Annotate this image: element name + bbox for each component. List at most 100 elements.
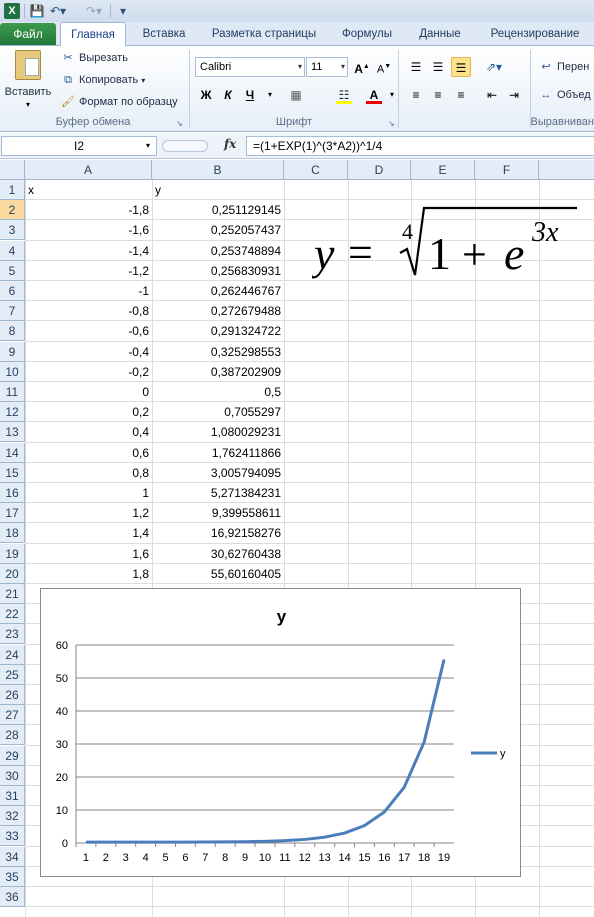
row-header-17[interactable]: 17 <box>0 503 25 524</box>
column-header-c[interactable]: C <box>284 160 348 180</box>
cell-x-value[interactable]: -1,4 <box>25 241 152 261</box>
row-header-15[interactable]: 15 <box>0 462 25 483</box>
paste-dropdown-icon[interactable]: ▾ <box>4 100 52 109</box>
cell-x-value[interactable]: 1 <box>25 483 152 503</box>
row-header-27[interactable]: 27 <box>0 705 25 726</box>
cell-x-value[interactable]: -0,6 <box>25 321 152 341</box>
column-header-b[interactable]: B <box>152 160 284 180</box>
line-chart[interactable]: y 0 10 20 30 40 50 60 1 2 3 4 5 6 7 8 9 10 11 12 13 14 15 16 17… <box>40 588 521 877</box>
cell-x-value[interactable]: 0,6 <box>25 443 152 463</box>
cell-x-value[interactable]: 1,2 <box>25 503 152 523</box>
cut-button[interactable]: ✂ Вырезать <box>60 50 128 66</box>
cell-y-value[interactable]: 5,271384231 <box>152 483 284 503</box>
cell-x-value[interactable]: 1,4 <box>25 523 152 543</box>
row-header-14[interactable]: 14 <box>0 442 25 463</box>
cell-x-value[interactable]: -1,2 <box>25 261 152 281</box>
tab-insert[interactable]: Вставка <box>132 22 196 46</box>
row-header-6[interactable]: 6 <box>0 281 25 301</box>
bold-button[interactable]: Ж <box>196 85 216 105</box>
orientation-icon[interactable]: ⇗▾ <box>484 57 504 77</box>
row-header-28[interactable]: 28 <box>0 725 25 746</box>
tab-formulas[interactable]: Формулы <box>332 22 402 46</box>
row-header-5[interactable]: 5 <box>0 260 25 281</box>
row-header-21[interactable]: 21 <box>0 584 25 604</box>
cell-y-value[interactable]: 1,080029231 <box>152 422 284 442</box>
column-header-f[interactable]: F <box>475 160 539 180</box>
cell-y-value[interactable]: 0,387202909 <box>152 362 284 382</box>
shrink-font-icon[interactable]: A▼ <box>374 57 394 77</box>
borders-icon[interactable]: ▦ <box>286 85 306 105</box>
cell-y-value[interactable]: 3,005794095 <box>152 463 284 483</box>
column-header-e[interactable]: E <box>411 160 475 180</box>
cell-x-value[interactable]: 1,6 <box>25 544 152 564</box>
align-right-icon[interactable]: ≡ <box>451 85 471 105</box>
cell-y-value[interactable]: 30,62760438 <box>152 544 284 564</box>
tab-review[interactable]: Рецензирование <box>480 22 590 46</box>
fill-color-icon[interactable]: ☷ <box>334 85 354 105</box>
merge-center-button[interactable]: ↔ Объед <box>538 87 591 103</box>
copy-button[interactable]: ⧉ Копировать ▾ <box>60 72 145 89</box>
cell-y-value[interactable]: 1,762411866 <box>152 443 284 463</box>
row-header-11[interactable]: 11 <box>0 382 25 402</box>
row-header-2[interactable]: 2 <box>0 200 25 221</box>
cell-x-value[interactable]: 1,8 <box>25 564 152 584</box>
row-header-9[interactable]: 9 <box>0 341 25 362</box>
row-header-24[interactable]: 24 <box>0 644 25 665</box>
underline-button[interactable]: Ч <box>240 85 260 105</box>
cell-y-value[interactable]: 0,256830931 <box>152 261 284 281</box>
save-icon[interactable]: 💾 <box>29 3 45 19</box>
row-header-33[interactable]: 33 <box>0 826 25 847</box>
formula-bar-handle[interactable] <box>162 140 208 152</box>
align-middle-icon[interactable]: ☰ <box>428 57 448 77</box>
tab-data[interactable]: Данные <box>408 22 472 46</box>
cell-y-value[interactable]: 0,253748894 <box>152 241 284 261</box>
grow-font-icon[interactable]: A▲ <box>352 57 372 77</box>
row-header-25[interactable]: 25 <box>0 664 25 685</box>
row-header-7[interactable]: 7 <box>0 301 25 322</box>
row-header-16[interactable]: 16 <box>0 483 25 503</box>
cell-a1[interactable]: x <box>25 180 152 200</box>
increase-indent-icon[interactable]: ⇥ <box>504 85 524 105</box>
row-header-32[interactable]: 32 <box>0 806 25 827</box>
cell-x-value[interactable]: 0,2 <box>25 402 152 422</box>
underline-dropdown-icon[interactable]: ▾ <box>260 85 280 105</box>
paste-button[interactable]: Вставить ▾ <box>4 50 52 112</box>
column-header-a[interactable]: A <box>25 160 152 180</box>
row-header-3[interactable]: 3 <box>0 220 25 241</box>
cell-y-value[interactable]: 0,5 <box>152 382 284 402</box>
align-center-icon[interactable]: ≡ <box>428 85 448 105</box>
name-box[interactable]: I2 <box>1 136 157 156</box>
formula-input[interactable]: =(1+EXP(1)^(3*A2))^1/4 <box>246 136 594 156</box>
tab-page-layout[interactable]: Разметка страницы <box>202 22 326 46</box>
cell-x-value[interactable]: -1 <box>25 281 152 301</box>
cell-y-value[interactable]: 0,325298553 <box>152 342 284 362</box>
row-header-26[interactable]: 26 <box>0 685 25 705</box>
cell-b1[interactable]: y <box>152 180 284 200</box>
cell-x-value[interactable]: 0,8 <box>25 463 152 483</box>
row-header-23[interactable]: 23 <box>0 624 25 645</box>
format-painter-button[interactable]: 🖌 Формат по образцу <box>60 94 178 110</box>
chevron-down-icon[interactable]: ▾ <box>146 141 150 150</box>
equation-image[interactable]: y = 4 1 + e 3x <box>312 205 582 285</box>
row-header-34[interactable]: 34 <box>0 846 25 867</box>
font-color-dropdown-icon[interactable]: ▾ <box>382 85 402 105</box>
decrease-indent-icon[interactable]: ⇤ <box>482 85 502 105</box>
tab-file[interactable]: Файл <box>0 23 56 45</box>
cell-x-value[interactable]: -1,6 <box>25 220 152 240</box>
customize-toolbar-icon[interactable]: ▾ <box>115 3 131 19</box>
copy-dropdown-icon[interactable]: ▾ <box>141 76 145 85</box>
cell-y-value[interactable]: 0,252057437 <box>152 220 284 240</box>
row-header-30[interactable]: 30 <box>0 765 25 786</box>
font-launcher-icon[interactable]: ↘ <box>388 119 395 128</box>
column-header-d[interactable]: D <box>348 160 411 180</box>
row-header-10[interactable]: 10 <box>0 361 25 382</box>
row-header-13[interactable]: 13 <box>0 422 25 443</box>
wrap-text-button[interactable]: ↩ Перен <box>538 59 589 75</box>
row-header-18[interactable]: 18 <box>0 523 25 544</box>
row-header-8[interactable]: 8 <box>0 321 25 342</box>
cell-y-value[interactable]: 0,262446767 <box>152 281 284 301</box>
cell-x-value[interactable]: 0 <box>25 382 152 402</box>
cell-x-value[interactable]: -0,8 <box>25 301 152 321</box>
font-size-select[interactable]: 11 ▾ <box>306 57 348 77</box>
row-header-12[interactable]: 12 <box>0 402 25 423</box>
